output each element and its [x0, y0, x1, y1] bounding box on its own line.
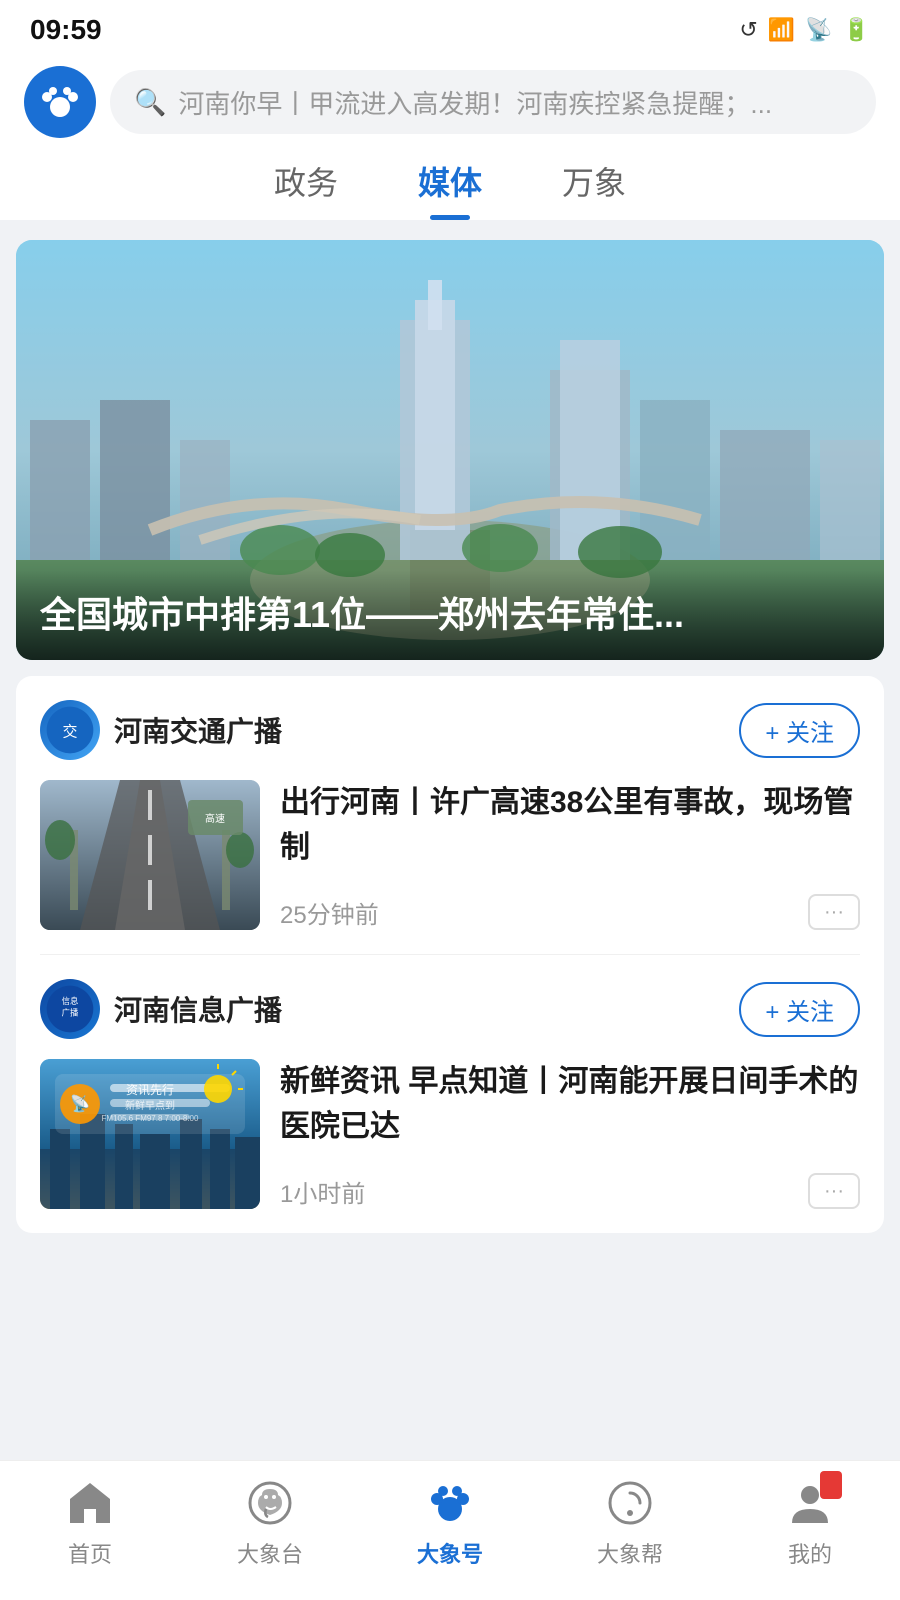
more-dots-icon: ··· — [824, 901, 844, 924]
news-item-traffic[interactable]: 高速 出行河南丨许广高速38公里有事故，现场管制 25分钟前 ··· — [40, 780, 860, 954]
source-row-traffic: 交 河南交通广播 + 关注 — [40, 700, 860, 760]
search-placeholder: 河南你早丨甲流进入高发期！河南疾控紧急提醒；... — [178, 84, 772, 121]
news-content-traffic: 出行河南丨许广高速38公里有事故，现场管制 25分钟前 ··· — [280, 780, 860, 930]
search-bar[interactable]: 🔍 河南你早丨甲流进入高发期！河南疾控紧急提醒；... — [110, 70, 876, 134]
app-logo-icon — [37, 79, 83, 125]
news-card-info: 信息 广播 河南信息广播 + 关注 — [16, 955, 884, 1233]
more-dots-icon-2: ··· — [824, 1180, 844, 1203]
news-title-traffic: 出行河南丨许广高速38公里有事故，现场管制 — [280, 780, 860, 870]
news-item-info[interactable]: 📡 资讯先行 新鲜早点到 FM105.6 FM97.8 7:00-8:00 — [40, 1059, 860, 1233]
follow-btn-info[interactable]: + 关注 — [739, 982, 860, 1037]
search-icon: 🔍 — [134, 87, 166, 118]
news-time-traffic: 25分钟前 — [280, 895, 379, 930]
nav-item-daxiangbang[interactable]: 大象帮 — [540, 1475, 720, 1569]
nav-icon-daxiangtai — [242, 1475, 298, 1531]
nav-label-daxiangbang: 大象帮 — [597, 1537, 663, 1569]
nav-label-daxianghao: 大象号 — [417, 1537, 483, 1569]
follow-btn-traffic[interactable]: + 关注 — [739, 703, 860, 758]
news-content-area: 交 河南交通广播 + 关注 — [16, 676, 884, 1233]
svg-text:广播: 广播 — [62, 1008, 79, 1018]
svg-text:FM105.6 FM97.8 7:00-8:00: FM105.6 FM97.8 7:00-8:00 — [102, 1114, 199, 1123]
news-content-info: 新鲜资讯 早点知道丨河南能开展日间手术的医院已达 1小时前 ··· — [280, 1059, 860, 1209]
tab-meiti[interactable]: 媒体 — [418, 158, 482, 220]
source-logo-traffic: 交 — [40, 700, 100, 760]
source-info-traffic: 交 河南交通广播 — [40, 700, 282, 760]
news-thumb-traffic: 高速 — [40, 780, 260, 930]
source-name-info: 河南信息广播 — [114, 989, 282, 1029]
news-card-traffic: 交 河南交通广播 + 关注 — [16, 676, 884, 954]
daxiangtai-icon — [244, 1477, 296, 1529]
wifi-icon: 📶 — [768, 17, 795, 43]
nav-item-home[interactable]: 首页 — [0, 1475, 180, 1569]
nav-item-daxiangtai[interactable]: 大象台 — [180, 1475, 360, 1569]
tab-navigation: 政务 媒体 万象 — [0, 138, 900, 220]
rotate-icon: ↺ — [739, 17, 757, 43]
hero-banner[interactable]: 全国城市中排第11位——郑州去年常住... — [16, 240, 884, 660]
news-meta-traffic: 25分钟前 ··· — [280, 894, 860, 930]
notification-badge — [820, 1471, 842, 1499]
signal-icon: 📡 — [805, 17, 832, 43]
daxianghao-icon — [424, 1477, 476, 1529]
status-time: 09:59 — [30, 14, 102, 46]
header: 🔍 河南你早丨甲流进入高发期！河南疾控紧急提醒；... — [0, 56, 900, 138]
source-row-info: 信息 广播 河南信息广播 + 关注 — [40, 979, 860, 1039]
svg-text:新鲜早点到: 新鲜早点到 — [125, 1099, 175, 1112]
status-icons: ↺ 📶 📡 🔋 — [739, 17, 870, 43]
news-more-info[interactable]: ··· — [808, 1173, 860, 1209]
nav-label-daxiangtai: 大象台 — [237, 1537, 303, 1569]
hero-caption: 全国城市中排第11位——郑州去年常住... — [16, 570, 884, 660]
nav-icon-daxiangbang — [602, 1475, 658, 1531]
tab-zhengwu[interactable]: 政务 — [274, 158, 338, 220]
nav-label-mine: 我的 — [788, 1537, 832, 1569]
svg-text:交: 交 — [62, 723, 77, 741]
news-thumb-info: 📡 资讯先行 新鲜早点到 FM105.6 FM97.8 7:00-8:00 — [40, 1059, 260, 1209]
app-logo[interactable] — [24, 66, 96, 138]
nav-icon-daxianghao — [422, 1475, 478, 1531]
source-name-traffic: 河南交通广播 — [114, 710, 282, 750]
daxiangbang-icon — [604, 1477, 656, 1529]
battery-icon: 🔋 — [843, 17, 870, 43]
nav-icon-mine — [782, 1475, 838, 1531]
news-time-info: 1小时前 — [280, 1174, 365, 1209]
nav-label-home: 首页 — [68, 1537, 112, 1569]
news-more-traffic[interactable]: ··· — [808, 894, 860, 930]
news-meta-info: 1小时前 ··· — [280, 1173, 860, 1209]
source-info-info: 信息 广播 河南信息广播 — [40, 979, 282, 1039]
svg-text:资讯先行: 资讯先行 — [126, 1083, 174, 1097]
svg-text:📡: 📡 — [70, 1093, 90, 1113]
nav-item-mine[interactable]: 我的 — [720, 1475, 900, 1569]
home-icon — [64, 1477, 116, 1529]
svg-text:信息: 信息 — [62, 996, 79, 1006]
nav-icon-home — [62, 1475, 118, 1531]
nav-item-daxianghao[interactable]: 大象号 — [360, 1475, 540, 1569]
bottom-navigation: 首页 大象台 — [0, 1460, 900, 1600]
status-bar: 09:59 ↺ 📶 📡 🔋 — [0, 0, 900, 56]
svg-text:高速: 高速 — [205, 812, 225, 825]
news-title-info: 新鲜资讯 早点知道丨河南能开展日间手术的医院已达 — [280, 1059, 860, 1149]
tab-wanxiang[interactable]: 万象 — [562, 158, 626, 220]
source-logo-info: 信息 广播 — [40, 979, 100, 1039]
